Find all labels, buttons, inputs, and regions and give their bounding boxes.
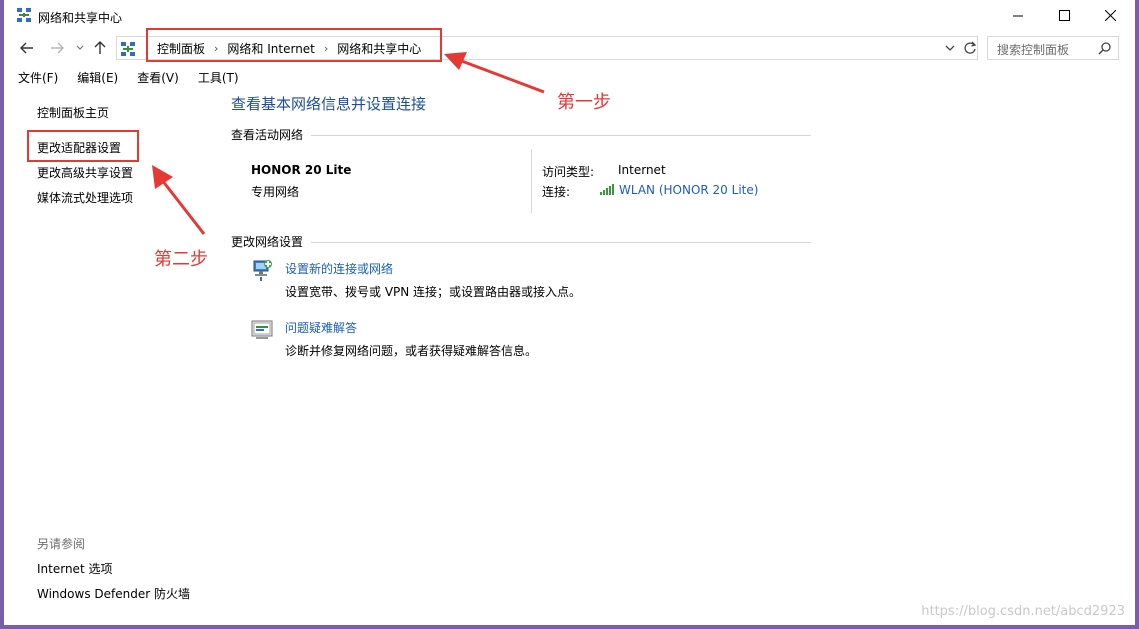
annotation-step1-arrow [444,52,545,94]
window: 网络和共享中心 控制面板 › 网络和 Internet › 网络和共享中心 搜索… [4,0,1135,625]
watermark: https://blog.csdn.net/abcd2923 [921,604,1125,619]
annotation-step2-arrow [152,165,206,235]
annotation-step2-label: 第二步 [154,249,208,270]
annotation-step1-label: 第一步 [557,92,611,113]
